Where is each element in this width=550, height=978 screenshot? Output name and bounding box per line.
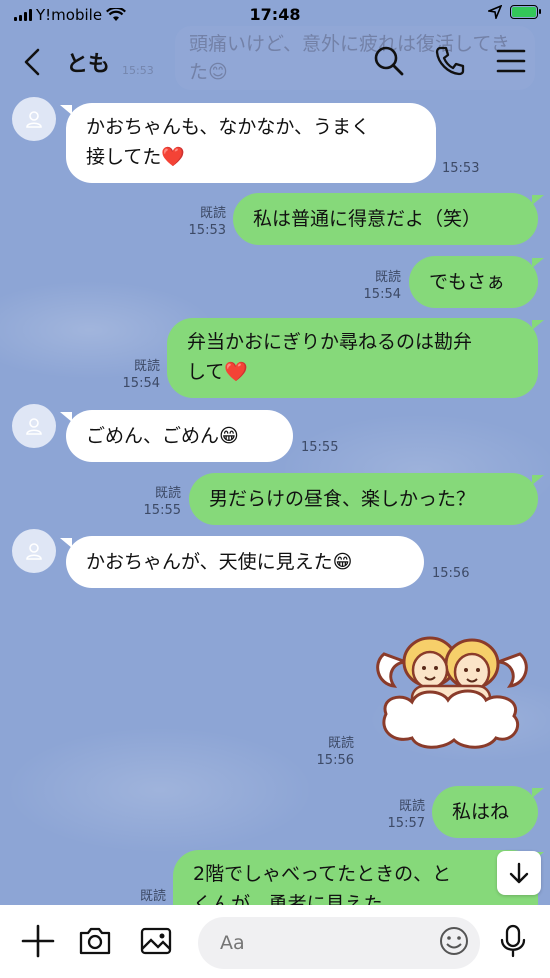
menu-icon[interactable] xyxy=(494,44,528,78)
read-receipt: 既読 xyxy=(327,736,354,751)
chat-header: 頭痛いけど、意外に疲れは復活してきた😊 15:53 とも xyxy=(0,26,550,90)
back-button[interactable] xyxy=(18,46,48,78)
status-time: 17:48 xyxy=(249,5,301,24)
camera-icon[interactable] xyxy=(77,923,113,959)
person-icon xyxy=(26,543,42,560)
message-meta: 既読 xyxy=(126,888,166,905)
message-time: 15:54 xyxy=(363,287,401,302)
message-bubble[interactable]: でもさぁ xyxy=(409,256,544,308)
angels-sticker[interactable] xyxy=(372,614,532,754)
microphone-icon[interactable] xyxy=(495,923,531,959)
message-bubble[interactable]: 私はね xyxy=(432,786,544,838)
read-receipt: 既読 xyxy=(139,889,166,904)
smiley-icon[interactable] xyxy=(436,923,472,959)
message-meta: 既読 15:53 xyxy=(180,205,226,239)
message-input-bar xyxy=(0,905,550,978)
message-bubble[interactable]: 男だらけの昼食、楽しかった？ xyxy=(189,473,544,525)
avatar[interactable] xyxy=(12,529,56,573)
message-meta: 既読 15:57 xyxy=(379,798,425,832)
search-icon[interactable] xyxy=(372,44,406,78)
plus-icon[interactable] xyxy=(20,923,56,959)
message-time: 15:56 xyxy=(316,753,354,768)
read-receipt: 既読 xyxy=(398,799,425,814)
avatar[interactable] xyxy=(12,404,56,448)
image-icon[interactable] xyxy=(138,923,174,959)
message-meta: 既読 15:56 xyxy=(308,735,354,769)
pinned-preview: 頭痛いけど、意外に疲れは復活してきた😊 xyxy=(175,26,535,90)
message-time: 15:55 xyxy=(143,503,181,518)
message-time: 15:53 xyxy=(188,223,226,238)
message-bubble[interactable]: かおちゃんが、天使に見えた😁 xyxy=(60,536,424,588)
chat-title: とも xyxy=(66,52,111,77)
message-bubble[interactable]: かおちゃんも、なかなか、うまく 接してた❤️ xyxy=(60,103,436,183)
read-receipt: 既読 xyxy=(154,486,181,501)
phone-icon[interactable] xyxy=(433,44,467,78)
message-meta: 既読 15:55 xyxy=(135,485,181,519)
message-meta: 既読 15:54 xyxy=(114,358,160,392)
read-receipt: 既読 xyxy=(133,359,160,374)
read-receipt: 既読 xyxy=(199,206,226,221)
message-bubble[interactable]: 私は普通に得意だよ（笑） xyxy=(233,193,544,245)
person-icon xyxy=(26,418,42,435)
read-receipt: 既読 xyxy=(374,270,401,285)
message-bubble[interactable]: ごめん、ごめん😁 xyxy=(60,410,293,462)
message-meta: 既読 15:54 xyxy=(355,269,401,303)
battery-icon xyxy=(510,5,541,19)
message-time: 15:55 xyxy=(301,440,339,455)
message-bubble[interactable]: 弁当かおにぎりか尋ねるのは勘弁 して❤️ xyxy=(167,318,544,398)
location-icon xyxy=(488,5,502,19)
message-time: 15:54 xyxy=(122,376,160,391)
person-icon xyxy=(26,111,42,128)
message-time: 15:56 xyxy=(432,566,470,581)
message-time: 15:57 xyxy=(387,816,425,831)
avatar[interactable] xyxy=(12,97,56,141)
message-time: 15:53 xyxy=(442,161,480,176)
arrow-down-icon xyxy=(509,862,529,884)
scroll-to-bottom-button[interactable] xyxy=(497,851,541,895)
pinned-preview-time: 15:53 xyxy=(122,64,154,77)
